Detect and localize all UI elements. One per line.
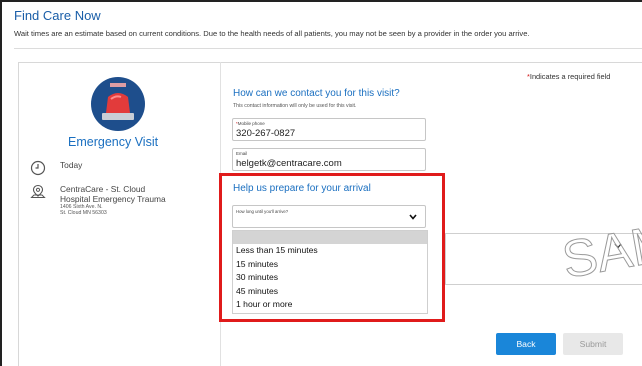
back-button[interactable]: Back <box>496 333 556 355</box>
email-value: helgetk@centracare.com <box>236 158 342 169</box>
clock-icon <box>30 160 46 176</box>
header-divider <box>14 48 642 49</box>
contact-heading: How can we contact you for this visit? <box>233 88 400 99</box>
submit-button[interactable]: Submit <box>563 333 623 355</box>
mobile-phone-value: 320-267-0827 <box>236 128 296 139</box>
visit-time-row: Today <box>30 160 82 176</box>
location-name-line2: Hospital Emergency Trauma <box>60 194 166 204</box>
visit-location-row: CentraCare - St. Cloud Hospital Emergenc… <box>30 184 166 216</box>
contact-note: This contact information will only be us… <box>233 103 357 109</box>
page-subtitle: Wait times are an estimate based on curr… <box>14 29 530 38</box>
location-pin-icon <box>30 184 46 198</box>
location-name-line1: CentraCare - St. Cloud <box>60 184 146 194</box>
visit-type-title: Emergency Visit <box>68 135 159 149</box>
siren-icon <box>91 77 145 131</box>
annotation-highlight-box <box>219 173 445 322</box>
visit-day: Today <box>60 160 83 170</box>
email-field[interactable]: Email helgetk@centracare.com <box>232 148 426 171</box>
mobile-phone-label: *Mobile phone <box>236 121 265 126</box>
sample-watermark: SAMPLE <box>560 228 642 286</box>
location-address-line2: St. Cloud MN 56303 <box>60 210 107 216</box>
svg-text:SAMPLE: SAMPLE <box>560 228 642 286</box>
required-field-note: *Indicates a required field <box>527 72 611 81</box>
mobile-phone-field[interactable]: *Mobile phone 320-267-0827 <box>232 118 426 141</box>
email-label: Email <box>236 151 248 156</box>
page-title: Find Care Now <box>14 8 101 23</box>
